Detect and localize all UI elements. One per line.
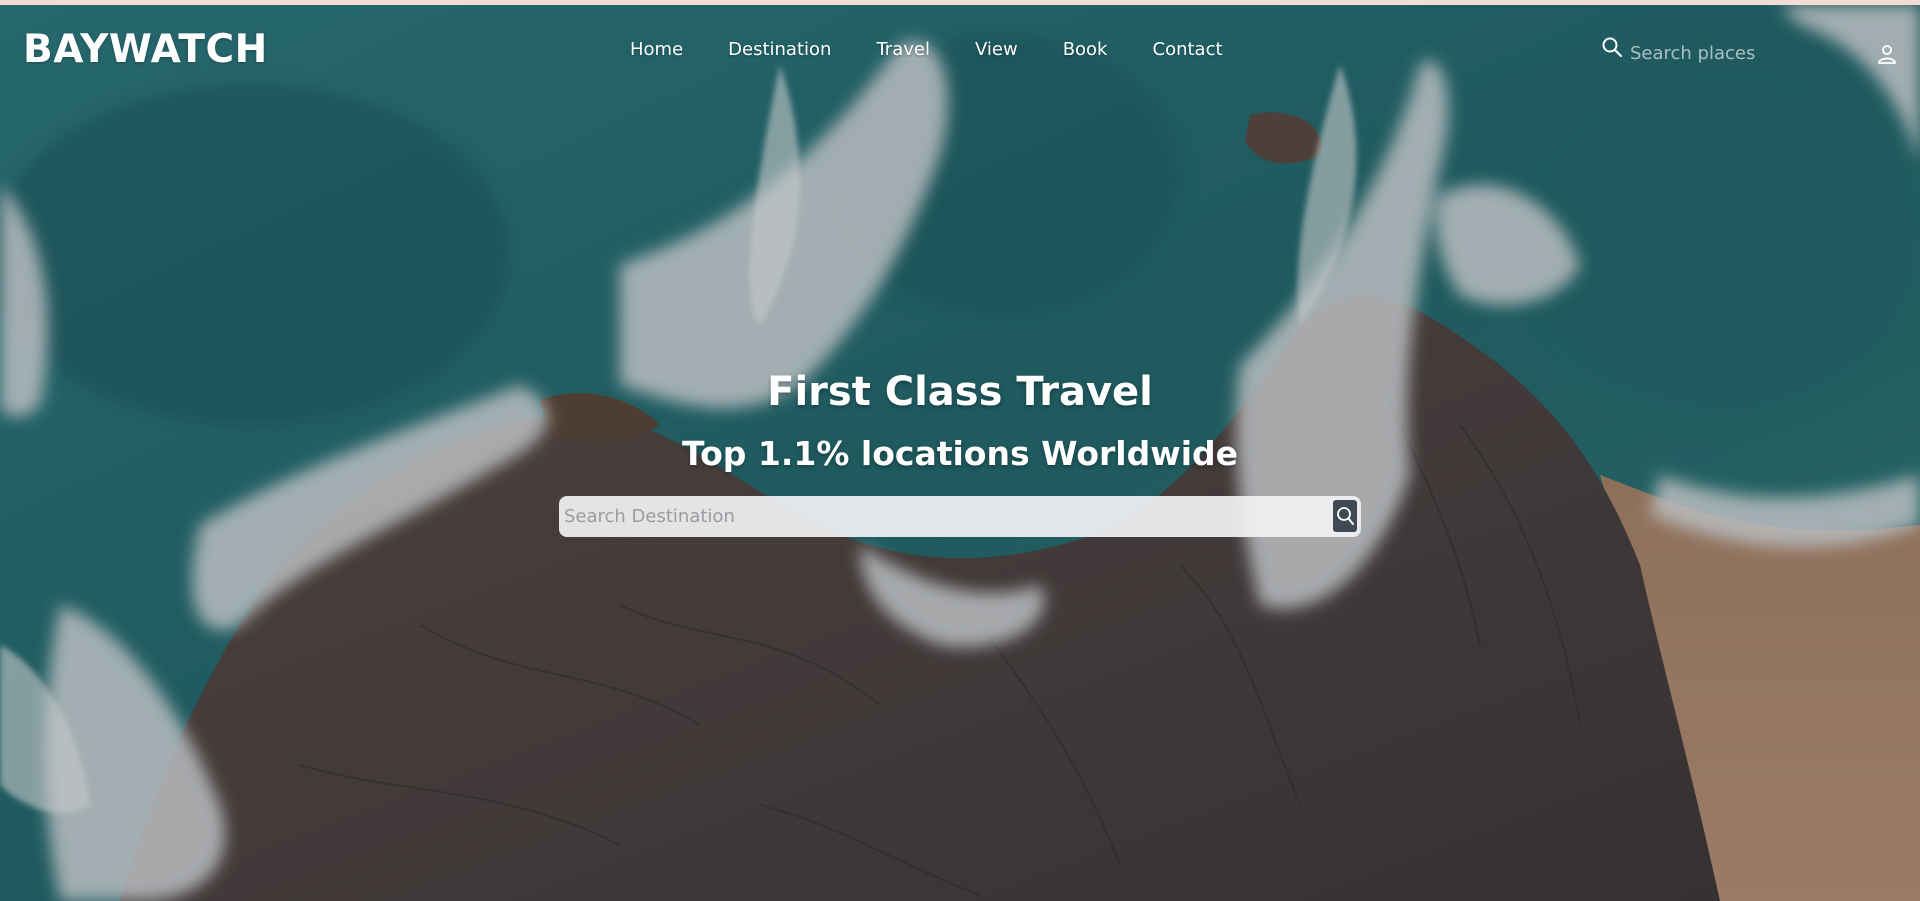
nav-links: Home Destination Travel View Book Contac… bbox=[630, 39, 1223, 60]
top-navigation: BAYWATCH Home Destination Travel View Bo… bbox=[0, 5, 1920, 95]
site-logo[interactable]: BAYWATCH bbox=[23, 27, 268, 72]
search-icon[interactable] bbox=[1600, 35, 1624, 59]
hero-section: BAYWATCH Home Destination Travel View Bo… bbox=[0, 5, 1920, 901]
nav-link-destination[interactable]: Destination bbox=[728, 39, 831, 60]
nav-link-book[interactable]: Book bbox=[1063, 39, 1108, 60]
destination-search-button[interactable] bbox=[1333, 500, 1357, 532]
search-icon bbox=[1337, 507, 1354, 525]
nav-link-home[interactable]: Home bbox=[630, 39, 683, 60]
nav-link-contact[interactable]: Contact bbox=[1153, 39, 1223, 60]
user-icon[interactable] bbox=[1876, 43, 1898, 65]
destination-search-input[interactable] bbox=[564, 496, 1304, 537]
destination-search-bar bbox=[559, 496, 1361, 537]
hero-subtitle: Top 1.1% locations Worldwide bbox=[681, 434, 1239, 473]
hero-title: First Class Travel bbox=[767, 369, 1153, 415]
nav-link-travel[interactable]: Travel bbox=[876, 39, 930, 60]
nav-link-view[interactable]: View bbox=[975, 39, 1018, 60]
places-search-input[interactable] bbox=[1630, 38, 1810, 68]
